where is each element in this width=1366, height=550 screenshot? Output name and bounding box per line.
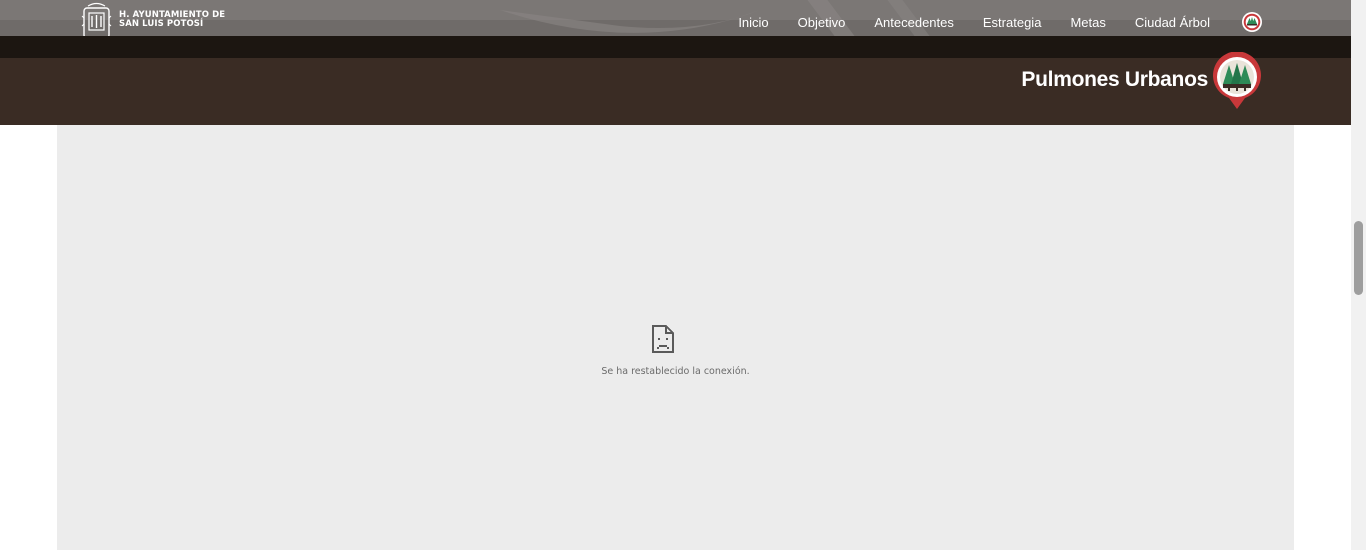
city-logo[interactable]: H. AYUNTAMIENTO DE SAN LUIS POTOSÍ xyxy=(80,2,225,36)
main-navigation: Inicio Objetivo Antecedentes Estrategia … xyxy=(709,0,1210,36)
page-title: Pulmones Urbanos xyxy=(1021,68,1208,91)
nav-link-objetivo[interactable]: Objetivo xyxy=(798,15,846,30)
connection-error-message: Se ha restablecido la conexión. xyxy=(601,366,750,377)
browser-viewport: H. AYUNTAMIENTO DE SAN LUIS POTOSÍ Inici… xyxy=(0,0,1366,550)
sad-document-icon xyxy=(652,325,674,353)
logo-line-2: SAN LUIS POTOSÍ xyxy=(119,19,204,29)
embedded-frame: Se ha restablecido la conexión. xyxy=(57,125,1294,550)
vertical-scrollbar[interactable] xyxy=(1351,0,1366,550)
section-title-bar: Pulmones Urbanos xyxy=(0,58,1351,125)
header-dark-strip xyxy=(0,36,1351,58)
scrollbar-thumb[interactable] xyxy=(1354,221,1363,295)
nav-link-ciudad-arbol[interactable]: Ciudad Árbol xyxy=(1135,15,1210,30)
coat-of-arms-icon xyxy=(81,2,112,36)
tree-map-pin-icon xyxy=(1213,52,1261,109)
nav-link-estrategia[interactable]: Estrategia xyxy=(983,15,1042,30)
logo-text: H. AYUNTAMIENTO DE SAN LUIS POTOSÍ xyxy=(119,11,225,29)
nav-link-antecedentes[interactable]: Antecedentes xyxy=(874,15,954,30)
nav-link-metas[interactable]: Metas xyxy=(1070,15,1105,30)
tree-badge-icon[interactable] xyxy=(1241,11,1263,33)
top-navbar: H. AYUNTAMIENTO DE SAN LUIS POTOSÍ Inici… xyxy=(0,0,1351,36)
nav-link-inicio[interactable]: Inicio xyxy=(738,15,768,30)
